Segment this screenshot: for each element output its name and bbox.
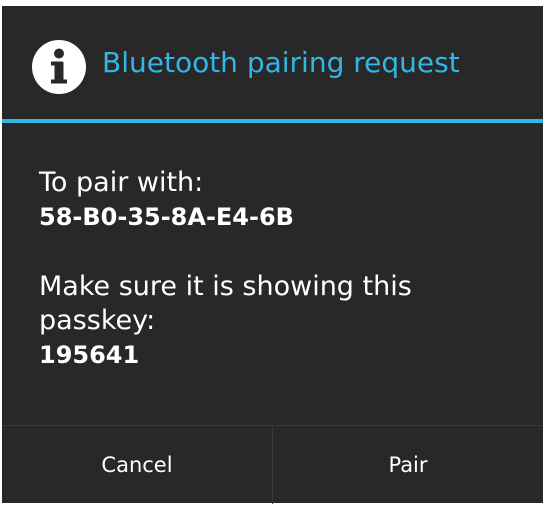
dialog-title: Bluetooth pairing request xyxy=(102,46,460,79)
cancel-button[interactable]: Cancel xyxy=(2,426,272,504)
dialog-title-bar: Bluetooth pairing request xyxy=(2,6,543,119)
pair-with-label: To pair with: xyxy=(39,167,204,198)
passkey-prompt-line2: passkey: xyxy=(39,305,156,336)
bluetooth-pairing-dialog: Bluetooth pairing request To pair with: … xyxy=(2,6,543,504)
dialog-button-bar: Cancel Pair xyxy=(2,425,543,504)
passkey-value: 195641 xyxy=(39,341,140,369)
dialog-body: To pair with: 58-B0-35-8A-E4-6B Make sur… xyxy=(39,166,529,372)
title-divider xyxy=(2,119,543,123)
pair-button[interactable]: Pair xyxy=(273,426,543,504)
info-icon xyxy=(32,40,86,94)
device-address: 58-B0-35-8A-E4-6B xyxy=(39,203,294,231)
passkey-prompt-line1: Make sure it is showing this xyxy=(39,271,412,302)
